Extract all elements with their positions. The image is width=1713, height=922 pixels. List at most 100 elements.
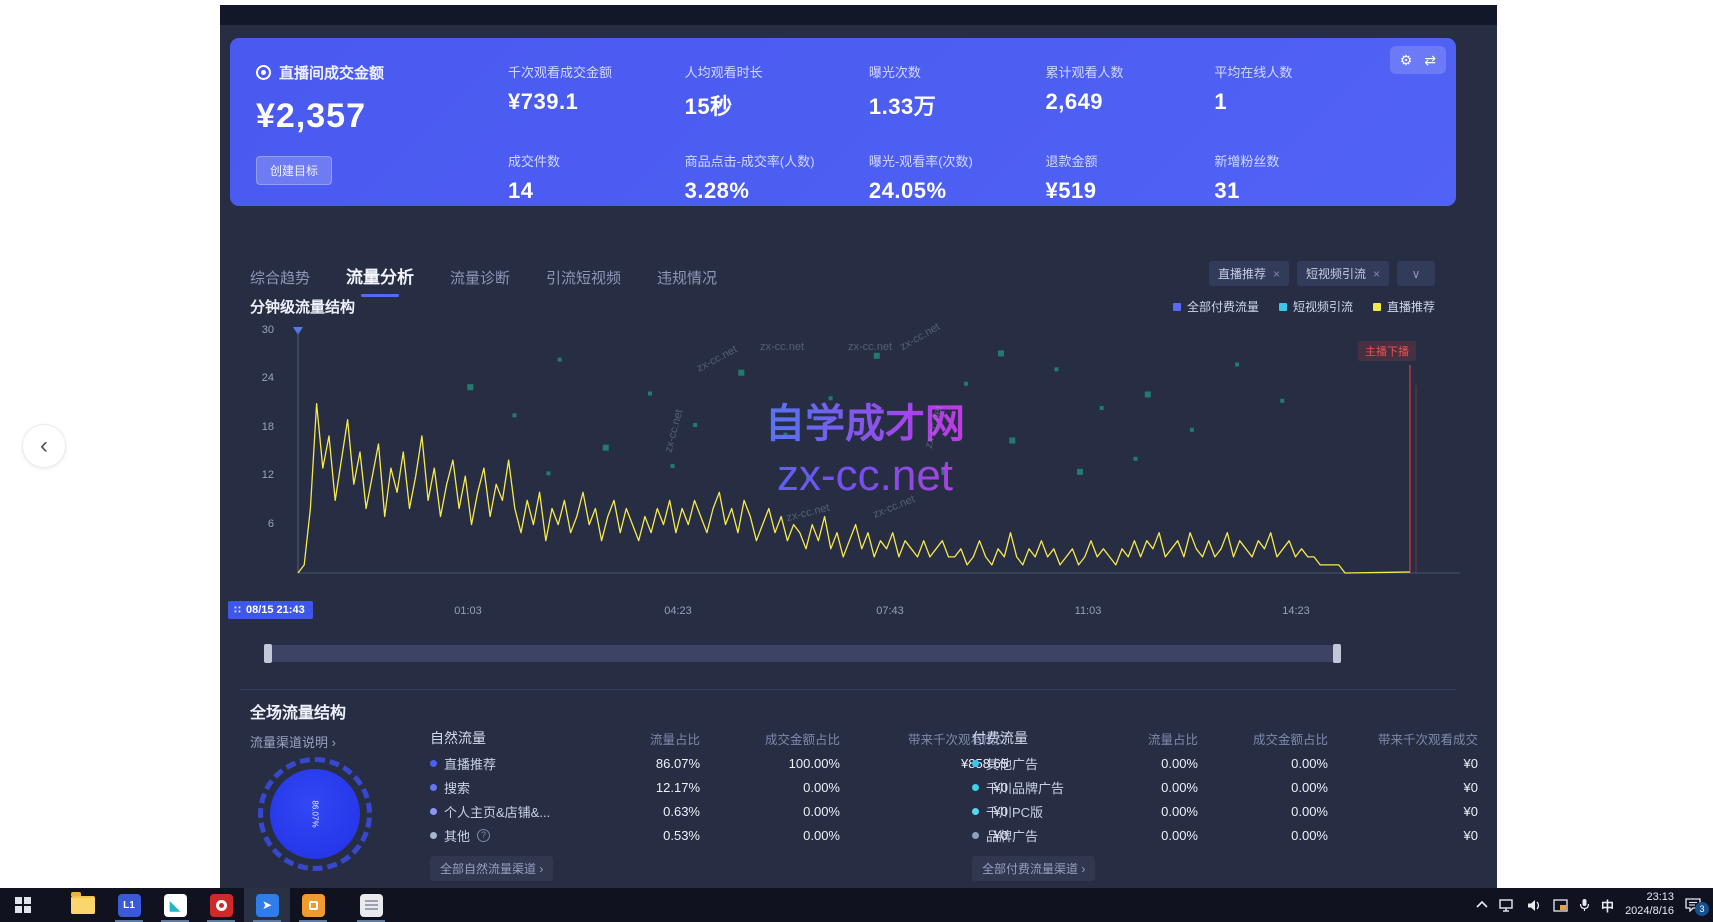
- chart-title: 分钟级流量结构: [250, 296, 355, 317]
- short-video-scatter-dot: [964, 382, 968, 386]
- clock[interactable]: 23:13 2024/8/16: [1625, 891, 1674, 919]
- filter-dropdown[interactable]: ∨: [1397, 261, 1435, 286]
- snip-tool-icon[interactable]: [1553, 899, 1568, 912]
- clock-time: 23:13: [1625, 891, 1674, 905]
- traffic-line-chart[interactable]: [260, 323, 1465, 599]
- table-row[interactable]: 品牌广告 0.00% 0.00% ¥0: [972, 823, 1478, 847]
- short-video-scatter-dot: [829, 396, 833, 400]
- table-row[interactable]: 搜索 12.17% 0.00% ¥0: [430, 775, 1008, 799]
- back-button[interactable]: ‹: [22, 424, 66, 468]
- slider-handle-left[interactable]: [264, 644, 272, 663]
- table-row[interactable]: 其他? 0.53% 0.00% ¥0: [430, 823, 1008, 847]
- kpi-grid: 千次观看成交金额¥739.1 人均观看时长15秒 曝光次数1.33万 累计观看人…: [508, 62, 1368, 204]
- filter-tag-live-recommend[interactable]: 直播推荐 ×: [1209, 261, 1289, 286]
- kpi-item: 商品点击-成交率(人数)3.28%: [685, 151, 869, 204]
- taskbar-app-teal[interactable]: ◣: [152, 888, 198, 922]
- short-video-scatter-dot: [919, 411, 923, 415]
- arrow-right-icon: ›: [539, 862, 543, 876]
- tab-traffic-diagnosis[interactable]: 流量诊断: [450, 267, 510, 297]
- legend-swatch: [1279, 303, 1287, 311]
- chevron-down-icon: ∨: [1412, 267, 1421, 281]
- section-divider: [240, 689, 1456, 690]
- series-dot: [430, 784, 437, 791]
- primary-metric-value: ¥2,357: [256, 97, 384, 136]
- remove-tag-icon[interactable]: ×: [1373, 267, 1380, 281]
- taskbar-app-orange[interactable]: [290, 888, 336, 922]
- taskbar-file-explorer[interactable]: [60, 888, 106, 922]
- table-row[interactable]: 其他广告 0.00% 0.00% ¥0: [972, 751, 1478, 775]
- kpi-item: 退款金额¥519: [1045, 151, 1214, 204]
- kpi-item: 千次观看成交金额¥739.1: [508, 62, 685, 121]
- short-video-scatter-dot: [648, 392, 652, 396]
- donut-label: 86.07%: [311, 800, 320, 827]
- slider-handle-right[interactable]: [1333, 644, 1341, 663]
- start-button[interactable]: [0, 888, 46, 922]
- kpi-item: 曝光次数1.33万: [869, 62, 1046, 121]
- series-dot: [972, 760, 979, 767]
- table-row[interactable]: 直播推荐 86.07% 100.00% ¥858.65: [430, 751, 1008, 775]
- kpi-item: 人均观看时长15秒: [685, 62, 869, 121]
- short-video-scatter-dot: [558, 358, 562, 362]
- tab-violations[interactable]: 违规情况: [657, 267, 717, 297]
- table-row[interactable]: 千川PC版 0.00% 0.00% ¥0: [972, 799, 1478, 823]
- taskbar-app-browser[interactable]: ➤: [244, 888, 290, 922]
- microphone-icon[interactable]: [1579, 898, 1590, 912]
- table-row[interactable]: 个人主页&店铺&... 0.63% 0.00% ¥0: [430, 799, 1008, 823]
- volume-icon[interactable]: [1527, 899, 1542, 912]
- legend-live-recommend[interactable]: 直播推荐: [1373, 298, 1435, 315]
- app-icon: ◣: [164, 894, 187, 917]
- y-axis-tick: 24: [234, 372, 274, 384]
- kpi-item: 新增粉丝数31: [1214, 151, 1368, 204]
- kpi-item: 累计观看人数2,649: [1045, 62, 1214, 121]
- series-dot: [430, 832, 437, 839]
- windows-logo-icon: [15, 897, 31, 913]
- banner-tools: ⚙ ⇄: [1390, 46, 1446, 74]
- create-goal-button[interactable]: 创建目标: [256, 156, 332, 185]
- app-icon: ➤: [256, 894, 279, 917]
- tray-chevron-up-icon[interactable]: [1476, 901, 1488, 909]
- short-video-scatter-dot: [874, 353, 880, 359]
- app-icon: [302, 894, 325, 917]
- taskbar-app-notepad[interactable]: [348, 888, 394, 922]
- short-video-scatter-dot: [1280, 399, 1284, 403]
- paid-traffic-table: 付费流量 流量占比 成交金额占比 带来千次观看成交 其他广告 0.00% 0.0…: [972, 725, 1478, 881]
- live-recommend-series: [298, 404, 1410, 573]
- notification-badge: 3: [1695, 902, 1709, 916]
- table-header: 付费流量 流量占比 成交金额占比 带来千次观看成交: [972, 725, 1478, 751]
- target-icon: [256, 65, 271, 80]
- arrow-right-icon: ›: [1081, 862, 1085, 876]
- network-icon[interactable]: [1499, 899, 1516, 912]
- series-dot: [972, 832, 979, 839]
- legend-short-video[interactable]: 短视频引流: [1279, 298, 1353, 315]
- channel-help-link[interactable]: 流量渠道说明 ›: [250, 732, 336, 751]
- x-axis-tick: 14:23: [1282, 605, 1310, 617]
- y-axis-tick: 12: [234, 469, 274, 481]
- swap-view-icon[interactable]: ⇄: [1424, 52, 1436, 69]
- y-axis-tick: 6: [234, 518, 274, 530]
- folder-icon: [71, 896, 95, 914]
- tab-overall-trend[interactable]: 综合趋势: [250, 267, 310, 297]
- tab-traffic-analysis[interactable]: 流量分析: [346, 263, 414, 297]
- table-row[interactable]: 千川品牌广告 0.00% 0.00% ¥0: [972, 775, 1478, 799]
- short-video-scatter-dot: [942, 469, 948, 475]
- legend-paid-traffic[interactable]: 全部付费流量: [1173, 298, 1259, 315]
- filter-tag-short-video[interactable]: 短视频引流 ×: [1297, 261, 1389, 286]
- time-range-slider[interactable]: [265, 645, 1340, 662]
- remove-tag-icon[interactable]: ×: [1273, 267, 1280, 281]
- taskbar-app-red[interactable]: [198, 888, 244, 922]
- short-video-scatter-dot: [1134, 457, 1138, 461]
- time-cursor-badge[interactable]: ∷ 08/15 21:43: [228, 601, 313, 619]
- drag-handle-icon: ∷: [234, 605, 241, 616]
- all-paid-channels-link[interactable]: 全部付费流量渠道 ›: [972, 856, 1095, 881]
- short-video-scatter-dot: [1077, 469, 1083, 475]
- notification-center-icon[interactable]: 3: [1685, 898, 1705, 912]
- kpi-banner: 直播间成交金额 ¥2,357 创建目标 千次观看成交金额¥739.1 人均观看时…: [230, 38, 1456, 206]
- ime-indicator[interactable]: 中: [1601, 896, 1614, 915]
- taskbar-app-l1[interactable]: L1: [106, 888, 152, 922]
- legend-swatch: [1173, 303, 1181, 311]
- tab-short-video[interactable]: 引流短视频: [546, 267, 621, 297]
- help-icon[interactable]: ?: [477, 829, 490, 842]
- settings-gear-icon[interactable]: ⚙: [1400, 52, 1413, 69]
- all-natural-channels-link[interactable]: 全部自然流量渠道 ›: [430, 856, 553, 881]
- channel-filter: 直播推荐 × 短视频引流 × ∨: [1209, 261, 1435, 286]
